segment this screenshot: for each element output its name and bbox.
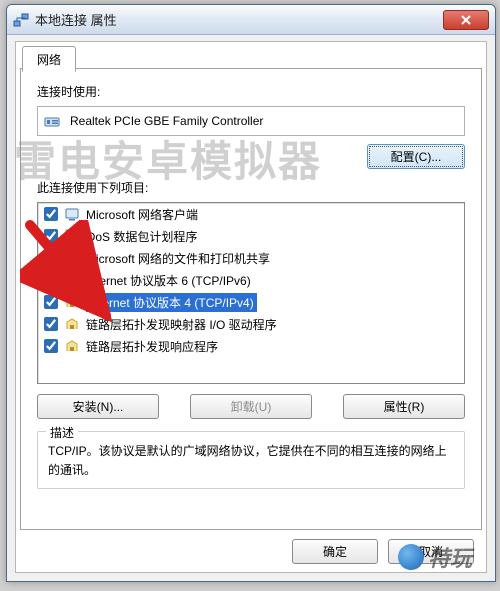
description-group: 描述 TCP/IP。该协议是默认的广域网络协议，它提供在不同的相互连接的网络上的… xyxy=(37,431,465,489)
item-label: QoS 数据包计划程序 xyxy=(86,228,197,245)
list-item[interactable]: 链路层拓扑发现映射器 I/O 驱动程序 xyxy=(38,313,464,335)
item-label: Microsoft 网络的文件和打印机共享 xyxy=(86,250,270,267)
items-label: 此连接使用下列项目: xyxy=(37,179,465,196)
titlebar: 本地连接 属性 xyxy=(7,5,495,35)
list-item[interactable]: Internet 协议版本 6 (TCP/IPv6) xyxy=(38,269,464,291)
item-label: 链路层拓扑发现响应程序 xyxy=(86,338,218,355)
install-button[interactable]: 安装(N)... xyxy=(37,394,159,419)
list-item[interactable]: Internet 协议版本 4 (TCP/IPv4) xyxy=(38,291,464,313)
list-item[interactable]: QoS 数据包计划程序 xyxy=(38,225,464,247)
tab-label: 网络 xyxy=(37,53,61,67)
nic-icon xyxy=(44,113,62,129)
item-label: Internet 协议版本 6 (TCP/IPv6) xyxy=(86,272,251,289)
cancel-button[interactable]: 取消 xyxy=(388,539,474,564)
share-icon xyxy=(64,250,80,266)
close-button[interactable] xyxy=(443,10,489,30)
qos-icon xyxy=(64,228,80,244)
button-label: 取消 xyxy=(419,545,443,559)
adapter-name: Realtek PCIe GBE Family Controller xyxy=(70,114,263,128)
close-icon xyxy=(460,15,472,25)
tab-network[interactable]: 网络 xyxy=(22,46,76,72)
dialog-buttons: 确定 取消 xyxy=(16,539,486,564)
window-title: 本地连接 属性 xyxy=(35,10,443,29)
proto-icon xyxy=(64,272,80,288)
proto-icon xyxy=(64,294,80,310)
uninstall-button[interactable]: 卸载(U) xyxy=(190,394,312,419)
item-checkbox[interactable] xyxy=(44,317,58,331)
list-item[interactable]: 链路层拓扑发现响应程序 xyxy=(38,335,464,357)
client-area: 网络 连接时使用: Realtek PCIe GBE Family Contro… xyxy=(15,41,487,573)
ok-button[interactable]: 确定 xyxy=(292,539,378,564)
item-checkbox[interactable] xyxy=(44,229,58,243)
list-item[interactable]: Microsoft 网络的文件和打印机共享 xyxy=(38,247,464,269)
tab-strip: 网络 xyxy=(22,46,76,72)
button-label: 卸载(U) xyxy=(231,400,272,414)
item-label: Internet 协议版本 4 (TCP/IPv4) xyxy=(86,293,257,312)
properties-dialog: 本地连接 属性 网络 连接时使用: Realtek PCIe GBE Famil… xyxy=(6,4,496,582)
description-text: TCP/IP。该协议是默认的广域网络协议，它提供在不同的相互连接的网络上的通讯。 xyxy=(48,442,454,480)
item-label: Microsoft 网络客户端 xyxy=(86,206,198,223)
item-label: 链路层拓扑发现映射器 I/O 驱动程序 xyxy=(86,316,277,333)
network-icon xyxy=(13,12,29,28)
adapter-label: 连接时使用: xyxy=(37,83,465,100)
list-item[interactable]: Microsoft 网络客户端 xyxy=(38,203,464,225)
client-icon xyxy=(64,206,80,222)
button-label: 安装(N)... xyxy=(73,400,124,414)
item-checkbox[interactable] xyxy=(44,273,58,287)
component-buttons: 安装(N)... 卸载(U) 属性(R) xyxy=(37,394,465,419)
button-label: 确定 xyxy=(323,545,347,559)
button-label: 配置(C)... xyxy=(391,150,442,164)
item-checkbox[interactable] xyxy=(44,339,58,353)
item-checkbox[interactable] xyxy=(44,295,58,309)
adapter-field: Realtek PCIe GBE Family Controller xyxy=(37,106,465,136)
button-label: 属性(R) xyxy=(384,400,425,414)
proto-icon xyxy=(64,338,80,354)
configure-button[interactable]: 配置(C)... xyxy=(367,144,465,169)
group-title: 描述 xyxy=(46,424,78,441)
proto-icon xyxy=(64,316,80,332)
tab-panel: 连接时使用: Realtek PCIe GBE Family Controlle… xyxy=(20,68,482,530)
components-list[interactable]: Microsoft 网络客户端 QoS 数据包计划程序 Microsoft 网络的文… xyxy=(37,202,465,384)
item-checkbox[interactable] xyxy=(44,207,58,221)
item-checkbox[interactable] xyxy=(44,251,58,265)
properties-button[interactable]: 属性(R) xyxy=(343,394,465,419)
